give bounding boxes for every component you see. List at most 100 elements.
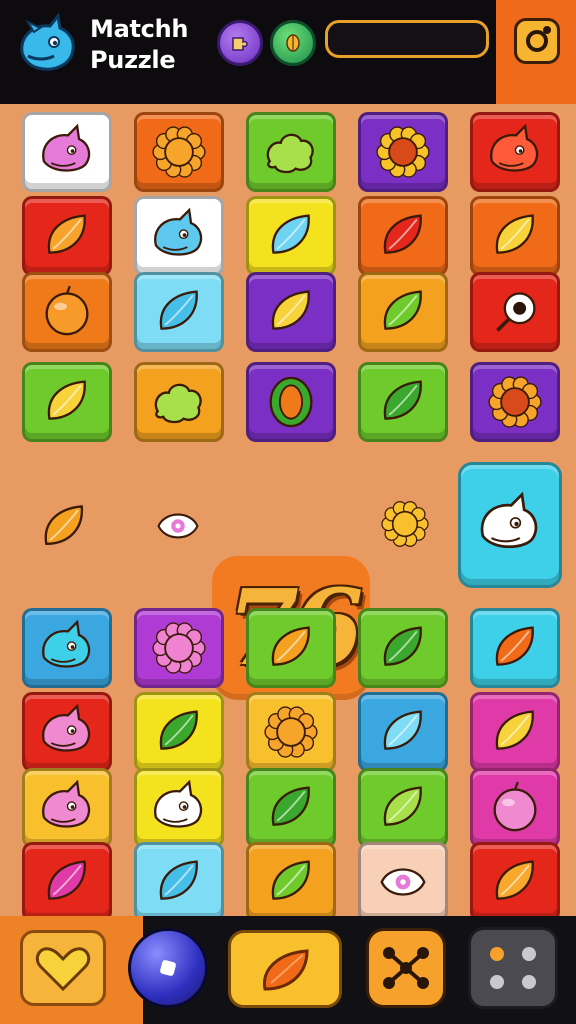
board-tile[interactable] [246,692,336,772]
board-tile[interactable] [22,196,112,276]
orange-leaf-icon [47,214,86,254]
board-tile[interactable] [246,842,336,922]
green-leaf-icon [159,710,198,750]
board-tile[interactable] [22,608,112,688]
board-tile[interactable] [358,196,448,276]
board-tile[interactable] [22,362,112,442]
pink-round-creature-icon [493,781,537,832]
level-progress-bar [325,20,489,58]
game-board: 76 [0,104,576,922]
dice-button[interactable] [468,927,558,1009]
yellow-cone-icon [495,710,534,750]
yellow-cone-icon [495,214,534,254]
red-leaf-icon [383,214,422,254]
board-tile[interactable] [246,196,336,276]
eye-creature-icon [380,868,426,896]
magenta-leaf-icon [47,860,86,900]
leaf-button[interactable] [228,930,342,1008]
dice-icon [490,947,536,989]
board-tile[interactable] [134,272,224,352]
special-piece[interactable] [458,462,562,588]
board-tile[interactable] [358,112,448,192]
board-tile[interactable] [134,362,224,442]
game-title-line-2: Puzzle [90,46,176,74]
board-tile[interactable] [134,768,224,848]
orange-fruit-icon [45,285,89,336]
settings-button[interactable] [514,18,560,64]
game-title: Matchh Puzzle [90,14,188,76]
board-tile[interactable] [358,362,448,442]
red-leaf-icon [495,626,534,666]
board-tile[interactable] [134,842,224,922]
board-tile[interactable] [470,692,560,772]
blue-orb-icon [160,960,176,976]
pink-eye-bubble-icon [157,513,199,539]
board-tile[interactable] [22,842,112,922]
board-tile[interactable] [22,768,112,848]
lime-bush-icon [154,383,202,424]
board-tile[interactable] [22,112,112,192]
striped-leaf-icon [271,860,310,900]
board-tile[interactable] [470,272,560,352]
board-tile[interactable] [246,608,336,688]
cookie-button[interactable] [366,928,446,1008]
board-tile[interactable] [246,112,336,192]
board-tile[interactable] [22,692,112,772]
cyan-leaf-icon [271,214,310,254]
board-tile[interactable] [470,768,560,848]
seed-coin-icon[interactable] [270,20,316,66]
blue-orb-button[interactable] [128,928,208,1008]
seed-pod-icon [269,376,313,428]
board-tile[interactable] [22,272,112,352]
sunflower-icon [488,376,542,428]
pink-spiky-creature-icon [42,703,91,752]
blue-leaf-icon [159,860,198,900]
board-tile[interactable] [246,272,336,352]
board-tile[interactable] [470,842,560,922]
orange-leaf-icon [262,949,309,991]
board-tile[interactable] [358,272,448,352]
heart-button[interactable] [20,930,106,1006]
board-tile[interactable] [246,362,336,442]
green-leaf-icon [383,786,422,826]
special-piece[interactable] [368,476,442,572]
green-leaf-icon [383,626,422,666]
blue-dragon-tile-icon [154,207,203,256]
bottom-toolbar [0,916,576,1024]
board-tile[interactable] [358,768,448,848]
yellow-banana-leaf-icon [271,290,310,330]
board-tile[interactable] [134,608,224,688]
board-tile[interactable] [134,196,224,276]
sunflower-icon [376,126,430,178]
board-tile[interactable] [358,842,448,922]
green-bush-icon [266,133,314,174]
red-spiky-creature-icon [490,123,539,172]
board-tile[interactable] [134,112,224,192]
blue-dragon-icon [14,12,80,78]
special-piece[interactable] [140,484,216,568]
special-piece[interactable] [22,472,106,582]
puzzle-coin-icon[interactable] [217,20,263,66]
board-tile[interactable] [470,196,560,276]
board-tile[interactable] [134,692,224,772]
board-tile[interactable] [358,692,448,772]
blue-leaf-icon [159,290,198,330]
yellow-flower-bud-icon [381,501,429,547]
heart-icon [35,947,91,992]
orange-feather-leaf-icon [44,505,83,545]
board-tile[interactable] [246,768,336,848]
white-flame-creature-icon [154,779,203,828]
game-title-line-1: Matchh [90,15,189,43]
board-tile[interactable] [470,362,560,442]
board-tile[interactable] [358,608,448,688]
board-tile[interactable] [470,112,560,192]
pink-cat-creature-icon [42,779,91,828]
board-tile[interactable] [470,608,560,688]
pink-cat-creature-icon [42,123,91,172]
pink-flower-creature-icon [152,622,206,674]
orange-leaf-icon [271,626,310,666]
yellow-leaf-icon [47,380,86,420]
pink-cat-creature-icon [42,619,91,668]
orange-cone-icon [495,860,534,900]
top-bar: Matchh Puzzle [0,0,576,104]
